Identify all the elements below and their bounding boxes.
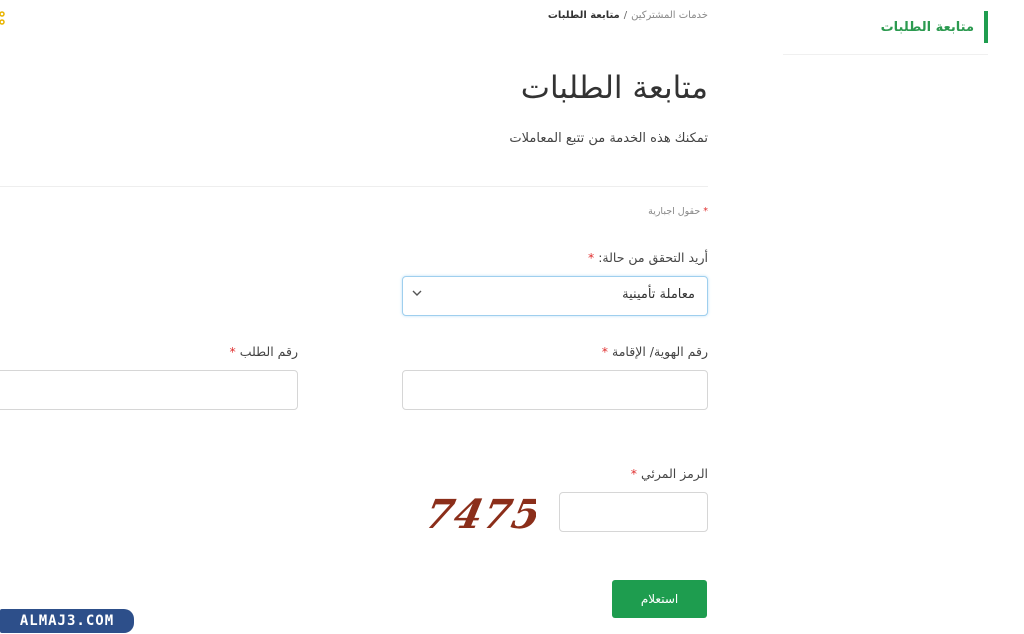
sidebar-item-track-requests[interactable]: متابعة الطلبات	[783, 11, 988, 55]
page-description: تمكنك هذه الخدمة من تتبع المعاملات	[509, 131, 708, 146]
status-type-selected: معاملة تأمينية	[622, 287, 695, 302]
partial-icon	[0, 11, 5, 25]
breadcrumb: خدمات المشتركين/متابعة الطلبات	[548, 10, 708, 21]
captcha-image: 7475	[421, 490, 536, 537]
request-number-label-text: رقم الطلب	[239, 344, 298, 359]
divider	[0, 186, 708, 187]
request-number-field[interactable]	[0, 370, 298, 410]
captcha-label-text: الرمز المرئي	[640, 466, 708, 481]
required-star: *	[703, 206, 708, 217]
page-title: متابعة الطلبات	[520, 70, 708, 106]
required-star: *	[601, 344, 609, 359]
captcha-label: الرمز المرئي *	[631, 466, 708, 481]
status-type-label-text: أريد التحقق من حالة:	[598, 250, 708, 265]
status-type-label: أريد التحقق من حالة: *	[588, 250, 708, 265]
required-star: *	[587, 250, 595, 265]
breadcrumb-separator: /	[623, 10, 628, 21]
required-star: *	[630, 466, 637, 481]
watermark-logo: ALMAJ3.COM	[0, 609, 134, 633]
breadcrumb-parent[interactable]: خدمات المشتركين	[631, 10, 708, 21]
required-note: * حقول اجبارية	[648, 206, 708, 217]
id-number-label: رقم الهوية/ الإقامة *	[602, 344, 708, 359]
required-star: *	[229, 344, 236, 359]
captcha-field[interactable]	[559, 492, 708, 532]
status-type-select[interactable]: معاملة تأمينية	[402, 276, 708, 316]
required-note-text: حقول اجبارية	[648, 206, 701, 217]
svg-text:7475: 7475	[421, 490, 536, 537]
submit-button[interactable]: استعلام	[612, 580, 707, 618]
watermark-text: ALMAJ3.COM	[19, 613, 115, 629]
request-number-label: رقم الطلب *	[230, 344, 299, 359]
id-number-label-text: رقم الهوية/ الإقامة	[612, 344, 708, 359]
sidebar-item-label: متابعة الطلبات	[880, 19, 974, 35]
id-number-field[interactable]	[402, 370, 708, 410]
active-indicator	[984, 11, 988, 43]
breadcrumb-current: متابعة الطلبات	[547, 10, 620, 21]
chevron-down-icon	[411, 287, 423, 302]
